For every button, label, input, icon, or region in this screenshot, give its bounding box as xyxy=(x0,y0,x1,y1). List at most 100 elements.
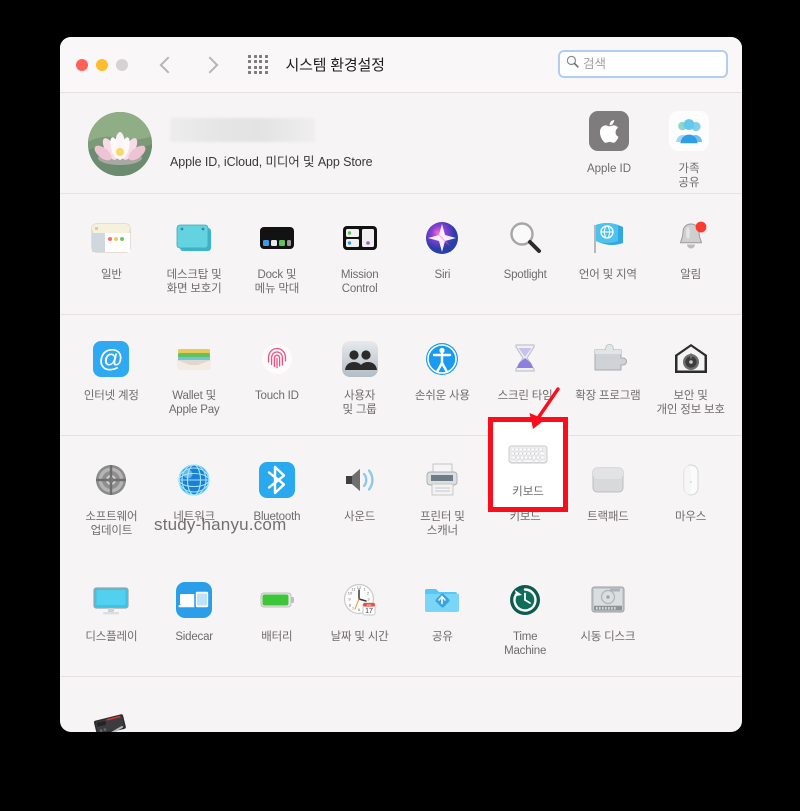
pref-label: Touch ID xyxy=(254,390,299,402)
wallet-applepay-icon xyxy=(170,335,218,383)
pref-battery[interactable]: 배터리 xyxy=(236,570,319,666)
account-subtitle: Apple ID, iCloud, 미디어 및 App Store xyxy=(170,155,373,169)
pref-sound[interactable]: 사운드 xyxy=(318,450,401,546)
window-title: 시스템 환경설정 xyxy=(285,57,385,74)
back-button[interactable] xyxy=(158,55,178,75)
sound-icon xyxy=(336,456,384,504)
pref-date-time[interactable]: 123 69 12 45 78 1011 JUL 17 xyxy=(318,570,401,666)
pref-spotlight[interactable]: Spotlight xyxy=(484,208,567,304)
pref-trackpad[interactable]: 트랙패드 xyxy=(567,450,650,546)
grid-dot-icon xyxy=(253,71,257,75)
bluetooth-icon xyxy=(253,456,301,504)
printers-scanners-icon xyxy=(418,456,466,504)
pref-sidecar[interactable]: Sidecar xyxy=(153,570,236,666)
preferences-row-4: 디스플레이 Sidecar 배터리 12 3 6 9 1 2 7 8 10 11… xyxy=(60,556,742,676)
battery-icon xyxy=(253,576,301,624)
pref-printers-scanners[interactable]: 프린터 및 스캐너 xyxy=(401,450,484,546)
pref-label: Spotlight xyxy=(503,269,547,281)
pref-siri[interactable]: Siri xyxy=(401,208,484,304)
pref-dock-menubar[interactable]: Dock 및 메뉴 막대 xyxy=(236,208,319,304)
pref-label: 알림 xyxy=(680,269,701,281)
pref-software-update[interactable]: 소프트웨어 업데이트 xyxy=(70,450,153,546)
pref-users-groups[interactable]: 사용자 및 그룹 xyxy=(318,329,401,425)
pref-bluetooth[interactable]: Bluetooth xyxy=(236,450,319,546)
pref-label: Wallet 및 Apple Pay xyxy=(168,390,220,416)
pref-label: 사용자 및 그룹 xyxy=(342,390,377,416)
touch-id-icon xyxy=(253,335,301,383)
screen-time-icon xyxy=(501,335,549,383)
pref-mouse[interactable]: 마우스 xyxy=(649,450,732,546)
pref-label: Dock 및 메뉴 막대 xyxy=(254,269,300,295)
trackpad-icon xyxy=(584,456,632,504)
time-machine-icon xyxy=(501,576,549,624)
security-privacy-icon xyxy=(667,335,715,383)
pref-general[interactable]: 일반 xyxy=(70,208,153,304)
grid-dot-icon xyxy=(248,71,251,75)
close-button[interactable] xyxy=(76,58,88,71)
pref-label: 스크린 타임 xyxy=(497,390,553,402)
pref-label: 날짜 및 시간 xyxy=(330,631,389,643)
family-sharing-tile[interactable]: 가족 공유 xyxy=(658,107,720,190)
pref-mission-control[interactable]: Mission Control xyxy=(318,208,401,304)
pref-notifications[interactable]: 알림 xyxy=(649,208,732,304)
pref-security-privacy[interactable]: 보안 및 개인 정보 보호 xyxy=(649,329,732,425)
pref-accessibility[interactable]: 손쉬운 사용 xyxy=(401,329,484,425)
spotlight-icon xyxy=(501,214,549,262)
pref-startup-disk[interactable]: 시동 디스크 xyxy=(567,570,650,666)
minimize-button[interactable] xyxy=(96,58,108,71)
pref-internet-accounts[interactable]: @ 인터넷 계정 xyxy=(70,329,153,425)
sidecar-icon xyxy=(170,576,218,624)
zoom-button[interactable] xyxy=(116,58,128,71)
account-text: Apple ID, iCloud, 미디어 및 App Store xyxy=(170,118,373,170)
pref-label: 언어 및 지역 xyxy=(578,269,637,281)
software-update-icon xyxy=(87,456,135,504)
search-field[interactable] xyxy=(558,50,728,78)
pref-time-machine[interactable]: Time Machine xyxy=(484,570,567,666)
apple-id-tile[interactable]: Apple ID xyxy=(578,107,640,190)
pref-label: 시동 디스크 xyxy=(580,631,636,643)
svg-text:17: 17 xyxy=(365,608,373,615)
grid-dot-icon xyxy=(248,60,251,64)
pref-keyboard[interactable]: 키보드 xyxy=(484,450,567,546)
pref-label: Sidecar xyxy=(175,631,213,643)
pref-label: 데스크탑 및 화면 보호기 xyxy=(166,269,222,295)
pref-label: 손쉬운 사용 xyxy=(414,390,470,402)
search-icon xyxy=(566,55,579,73)
grid-dot-icon xyxy=(259,65,262,69)
pref-label: 키보드 xyxy=(509,511,541,523)
preferences-row-5-third-party: 와콤 xyxy=(60,677,742,732)
pref-label: 배터리 xyxy=(261,631,293,643)
search-input[interactable] xyxy=(583,57,720,71)
pref-desktop-screensaver[interactable]: 데스크탑 및 화면 보호기 xyxy=(153,208,236,304)
pref-extensions[interactable]: 확장 프로그램 xyxy=(567,329,650,425)
grid-dot-icon xyxy=(264,60,268,64)
pref-wacom[interactable]: 와콤 xyxy=(70,695,153,732)
pref-sharing[interactable]: 공유 xyxy=(401,570,484,666)
avatar[interactable] xyxy=(88,112,152,176)
pref-screen-time[interactable]: 스크린 타임 xyxy=(484,329,567,425)
mouse-icon xyxy=(667,456,715,504)
grid-dot-icon xyxy=(264,71,268,75)
pref-wallet-applepay[interactable]: Wallet 및 Apple Pay xyxy=(153,329,236,425)
wacom-tablet-icon xyxy=(87,701,135,732)
pref-label: 마우스 xyxy=(675,511,707,523)
pref-label: Bluetooth xyxy=(253,511,301,523)
show-all-grid-button[interactable] xyxy=(248,54,268,75)
svg-text:JUL: JUL xyxy=(366,603,372,607)
grid-dot-icon xyxy=(264,54,268,58)
forward-button[interactable] xyxy=(200,55,220,75)
pref-displays[interactable]: 디스플레이 xyxy=(70,570,153,666)
chevron-right-icon xyxy=(201,56,219,73)
pref-touch-id[interactable]: Touch ID xyxy=(236,329,319,425)
pref-network[interactable]: 네트워크 xyxy=(153,450,236,546)
svg-text:12: 12 xyxy=(356,585,361,590)
grid-dot-icon xyxy=(253,54,257,58)
pref-label: 사운드 xyxy=(344,511,376,523)
pref-label: 보안 및 개인 정보 보호 xyxy=(656,390,725,416)
accessibility-icon xyxy=(418,335,466,383)
apple-id-tile-label: Apple ID xyxy=(586,163,632,175)
account-row[interactable]: Apple ID, iCloud, 미디어 및 App Store Apple … xyxy=(60,93,742,193)
pref-label: 소프트웨어 업데이트 xyxy=(85,511,138,537)
pref-label: 확장 프로그램 xyxy=(575,390,641,402)
pref-language-region[interactable]: 언어 및 지역 xyxy=(567,208,650,304)
